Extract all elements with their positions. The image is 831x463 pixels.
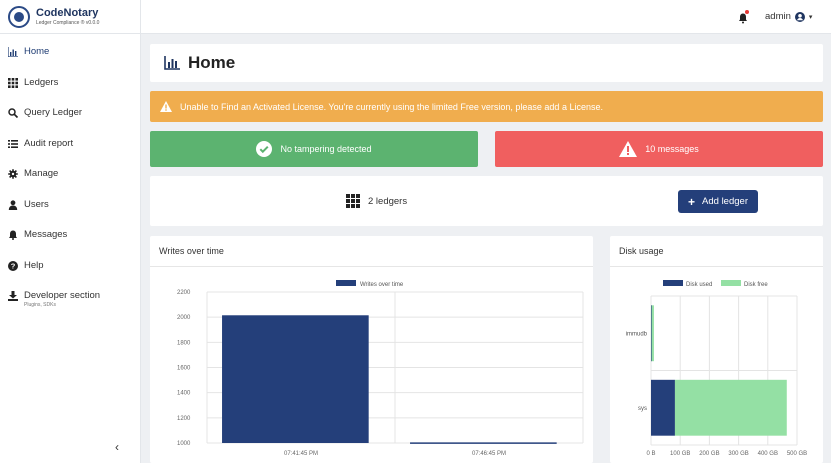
search-icon <box>8 108 18 118</box>
grid-icon <box>8 77 18 88</box>
sidebar-item-label: Query Ledger <box>24 107 83 118</box>
page-header: Home <box>150 44 823 82</box>
bar <box>222 315 369 443</box>
bar <box>674 379 787 436</box>
list-icon <box>8 139 18 148</box>
plus-icon: + <box>688 194 696 209</box>
license-warning-text: Unable to Find an Activated License. You… <box>180 101 603 112</box>
sidebar-item-manage[interactable]: Manage <box>0 168 140 199</box>
bar <box>651 379 675 436</box>
gear-icon <box>8 169 18 179</box>
page-title: Home <box>188 53 236 72</box>
help-icon: ? <box>8 260 18 271</box>
legend-swatch <box>336 280 356 286</box>
sidebar-item-home[interactable]: Home <box>0 46 140 77</box>
writes-chart-title: Writes over time <box>150 236 593 267</box>
warning-icon <box>619 141 638 157</box>
svg-text:?: ? <box>11 261 16 270</box>
bar-chart-icon <box>164 56 180 70</box>
user-menu[interactable]: admin ▾ <box>765 11 812 22</box>
sidebar-item-developer-section[interactable]: Developer section Plugins, SDKs <box>0 290 140 321</box>
brand-name: CodeNotary <box>36 6 99 19</box>
user-icon <box>8 199 18 210</box>
check-circle-icon <box>256 141 273 157</box>
x-tick-label: 300 GB <box>728 451 748 457</box>
tamper-status-tile[interactable]: No tampering detected <box>150 131 478 167</box>
sidebar-item-label: Users <box>24 198 49 210</box>
sidebar-item-label: Help <box>24 259 44 271</box>
notifications-bell-icon[interactable] <box>738 10 749 24</box>
warning-icon <box>160 101 172 112</box>
sidebar-item-users[interactable]: Users <box>0 199 140 230</box>
y-tick-label: 1200 <box>177 416 191 422</box>
tamper-status-text: No tampering detected <box>280 144 372 154</box>
sidebar-item-label: Developer section <box>24 290 101 301</box>
legend-label: Disk free <box>744 282 768 288</box>
username: admin <box>765 11 791 22</box>
sidebar-item-audit-report[interactable]: Audit report <box>0 138 140 169</box>
messages-status-tile[interactable]: 10 messages <box>495 131 823 167</box>
brand-subtitle: Ledger Compliance ® v0.0.0 <box>36 19 100 26</box>
y-tick-label: 1400 <box>177 391 191 397</box>
download-icon <box>8 291 18 301</box>
x-tick-label: 100 GB <box>670 451 690 457</box>
bar-chart-icon <box>8 47 18 57</box>
ledger-count: 2 ledgers <box>346 194 407 208</box>
sidebar: CodeNotary Ledger Compliance ® v0.0.0 Ho… <box>0 0 141 463</box>
messages-status-text: 10 messages <box>645 144 699 154</box>
x-tick-label: 0 B <box>646 451 655 457</box>
grid-icon <box>346 194 360 208</box>
user-circle-icon <box>794 11 805 22</box>
sidebar-item-sublabel: Plugins, SDKs <box>24 302 56 308</box>
y-tick-label: 2000 <box>177 315 191 321</box>
logo[interactable]: CodeNotary Ledger Compliance ® v0.0.0 <box>0 0 140 34</box>
license-warning-banner: Unable to Find an Activated License. You… <box>150 91 823 122</box>
y-tick-label: 1600 <box>177 366 191 372</box>
legend-label: Writes over time <box>360 282 404 288</box>
x-tick-label: 500 GB <box>787 451 807 457</box>
disk-chart-card: Disk usage Disk used Disk free 0 B 100 GB 20… <box>610 236 823 463</box>
disk-chart-title: Disk usage <box>610 236 823 267</box>
x-tick-label: 07:46:45 PM <box>472 451 506 457</box>
x-tick-label: 400 GB <box>758 451 778 457</box>
ledger-count-label: 2 ledgers <box>368 195 408 207</box>
legend-swatch <box>663 280 683 286</box>
sidebar-item-label: Audit report <box>24 137 74 149</box>
bar <box>410 442 557 444</box>
y-tick-label: 2200 <box>177 290 191 296</box>
y-tick-label: 1800 <box>177 340 191 346</box>
sidebar-item-label: Manage <box>24 168 59 179</box>
sidebar-item-label: Ledgers <box>24 76 59 88</box>
writes-chart-card: Writes over time Writes over time 1000 120… <box>150 236 593 463</box>
sidebar-item-label: Messages <box>24 229 68 240</box>
sidebar-item-messages[interactable]: Messages <box>0 229 140 260</box>
notification-dot <box>745 10 749 14</box>
add-ledger-label: Add ledger <box>702 196 748 207</box>
x-tick-label: 200 GB <box>699 451 719 457</box>
sidebar-item-label: Home <box>24 46 50 57</box>
y-tick-label: immudb <box>626 331 648 337</box>
chevron-down-icon: ▾ <box>808 13 813 21</box>
sidebar-item-help[interactable]: ? Help <box>0 260 140 291</box>
sidebar-item-query-ledger[interactable]: Query Ledger <box>0 107 140 138</box>
disk-chart: Disk used Disk free 0 B 100 GB 200 GB 300 GB 4… <box>626 280 807 457</box>
legend-swatch <box>721 280 741 286</box>
sidebar-nav: Home Ledgers Query Ledger Audit report M… <box>0 46 140 321</box>
collapse-sidebar-button[interactable]: ‹ <box>115 440 119 454</box>
add-ledger-button[interactable]: + Add ledger <box>678 190 758 213</box>
ledger-summary: 2 ledgers + Add ledger <box>150 176 823 226</box>
topbar: admin ▾ <box>141 0 831 34</box>
bell-icon <box>9 230 17 240</box>
legend-label: Disk used <box>686 282 712 288</box>
writes-chart: Writes over time 1000 1200 1400 1600 1800 2000… <box>177 280 584 457</box>
sidebar-item-ledgers[interactable]: Ledgers <box>0 77 140 108</box>
x-tick-label: 07:41:45 PM <box>284 451 318 457</box>
codenotary-logo-icon <box>8 5 30 28</box>
bar <box>651 305 654 362</box>
y-tick-label: 1000 <box>177 441 191 447</box>
y-tick-label: sys <box>638 406 647 412</box>
